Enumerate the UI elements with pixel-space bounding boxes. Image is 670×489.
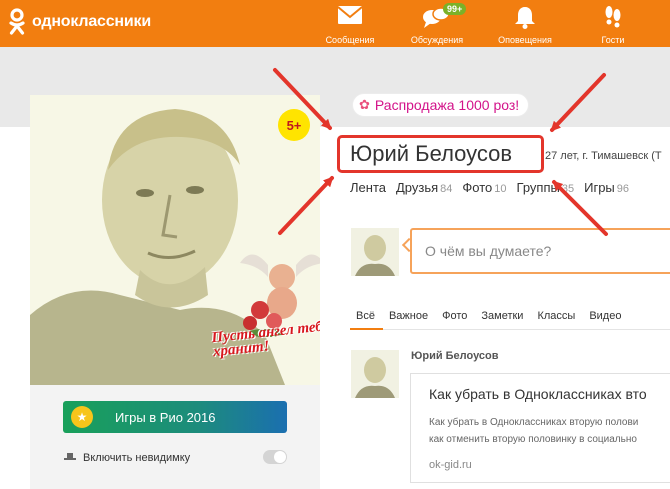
bell-icon xyxy=(485,5,565,29)
nav-guests[interactable]: Гости xyxy=(573,5,653,45)
left-column: 5+ Пусть ангел тебя хранит! ★ Игры в Рио… xyxy=(30,95,320,489)
link-preview-card[interactable]: Как убрать в Одноклассниках вто Как убра… xyxy=(410,373,670,483)
post-author[interactable]: Юрий Белоусов xyxy=(411,350,499,362)
tab-friends[interactable]: Друзья 84 xyxy=(396,180,452,195)
hat-icon xyxy=(63,449,77,467)
tab-label: Игры xyxy=(584,180,615,195)
nav-label: Обсуждения xyxy=(410,35,464,45)
filter-likes[interactable]: Классы xyxy=(531,300,583,329)
profile-info: 27 лет, г. Тимашевск (Т xyxy=(545,150,662,162)
logo[interactable]: одноклассники xyxy=(8,8,151,36)
link-description-line: Как убрать в Одноклассниках вторую полов… xyxy=(429,417,639,428)
tab-groups[interactable]: Группы 35 xyxy=(517,180,575,195)
nav-discussions[interactable]: 99+ Обсуждения xyxy=(397,3,477,45)
tab-label: Группы xyxy=(516,180,560,195)
profile-photo[interactable]: 5+ Пусть ангел тебя хранит! xyxy=(30,95,320,385)
logo-text: одноклассники xyxy=(32,13,151,30)
age-rating-badge: 5+ xyxy=(278,109,310,141)
profile-tabs: Лента Друзья 84 Фото 10 Группы 35 Игры 96 xyxy=(350,180,639,195)
tab-photos[interactable]: Фото 10 xyxy=(462,180,506,195)
tab-label: Друзья xyxy=(395,180,439,195)
profile-name[interactable]: Юрий Белоусов xyxy=(350,141,512,167)
link-domain: ok-gid.ru xyxy=(429,459,472,471)
nav-notifications[interactable]: Оповещения xyxy=(485,5,565,45)
link-title[interactable]: Как убрать в Одноклассниках вто xyxy=(429,386,647,402)
promo-text: Распродажа 1000 роз! xyxy=(374,97,520,113)
invisible-mode-toggle[interactable] xyxy=(263,450,287,464)
compose-avatar[interactable] xyxy=(351,228,399,276)
games-banner-label: Игры в Рио 2016 xyxy=(115,409,216,425)
envelope-icon xyxy=(310,5,390,29)
nav-label: Гости xyxy=(601,35,625,45)
link-description: Как убрать в Одноклассниках вторую полов… xyxy=(429,414,638,448)
filter-photos[interactable]: Фото xyxy=(436,300,475,329)
filter-video[interactable]: Видео xyxy=(583,300,629,329)
tab-games[interactable]: Игры 96 xyxy=(584,180,629,195)
post-avatar[interactable] xyxy=(351,350,399,398)
filter-important[interactable]: Важное xyxy=(383,300,436,329)
feed-filter-tabs: Всё Важное Фото Заметки Классы Видео xyxy=(350,300,670,330)
invisible-mode-label: Включить невидимку xyxy=(83,452,191,464)
left-panel: ★ Игры в Рио 2016 Включить невидимку xyxy=(30,385,320,489)
top-bar: одноклассники Сообщения 99+ Обсуждения О… xyxy=(0,0,670,47)
compose-placeholder: О чём вы думаете? xyxy=(425,243,552,259)
rose-icon: ✿ xyxy=(359,97,370,112)
games-banner[interactable]: ★ Игры в Рио 2016 xyxy=(63,401,287,433)
filter-all[interactable]: Всё xyxy=(350,300,383,330)
footprints-icon xyxy=(573,5,653,29)
status-compose-input[interactable]: О чём вы думаете? xyxy=(410,228,670,274)
tab-count: 35 xyxy=(561,183,575,195)
tab-feed[interactable]: Лента xyxy=(350,180,386,195)
tab-label: Лента xyxy=(350,180,386,195)
discussions-badge: 99+ xyxy=(443,3,467,15)
nav-label: Сообщения xyxy=(325,35,375,45)
tab-count: 96 xyxy=(616,183,630,195)
nav-messages[interactable]: Сообщения xyxy=(310,5,390,45)
ok-logo-icon xyxy=(8,8,26,36)
invisible-mode-row[interactable]: Включить невидимку xyxy=(63,447,287,469)
promo-banner[interactable]: ✿ Распродажа 1000 роз! xyxy=(352,93,530,117)
tab-count: 10 xyxy=(494,183,507,195)
medal-icon: ★ xyxy=(71,406,93,428)
tab-label: Фото xyxy=(462,180,493,195)
nav-label: Оповещения xyxy=(498,35,552,45)
filter-notes[interactable]: Заметки xyxy=(475,300,531,329)
tab-count: 84 xyxy=(440,183,453,195)
link-description-line: как отменить вторую половинку в социальн… xyxy=(429,434,637,445)
